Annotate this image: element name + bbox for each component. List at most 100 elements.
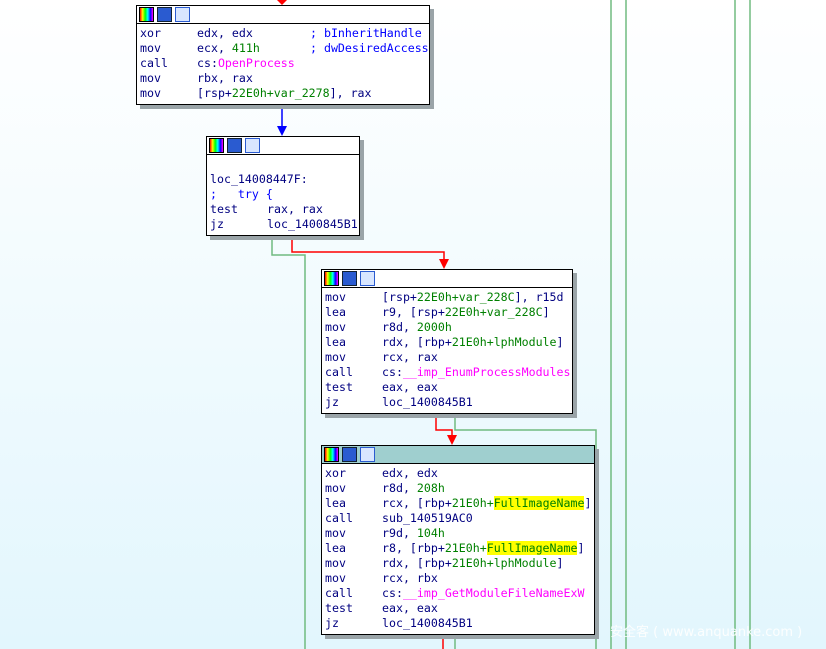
mnemonic: xor — [325, 466, 346, 480]
instruction-line[interactable]: lea r9, [rsp+22E0h+var_228C] — [325, 305, 569, 320]
instruction-line[interactable]: xor edx, edx ; bInheritHandle — [140, 26, 426, 41]
code-block[interactable]: loc_14008447F:; try {test rax, rax jz loc_1… — [206, 136, 360, 236]
block-header — [137, 6, 429, 24]
function-name: __imp_GetModuleFileNameExW — [402, 586, 585, 600]
instruction-line[interactable]: mov r8d, 208h — [325, 481, 591, 496]
arrow-head — [447, 435, 457, 445]
block-header — [322, 270, 572, 288]
function-name: __imp_EnumProcessModules — [402, 365, 571, 379]
mnemonic: mov — [325, 526, 346, 540]
instruction-line[interactable]: lea rdx, [rbp+21E0h+lphModule] — [325, 335, 569, 350]
try-comment: ; try { — [210, 187, 273, 201]
operand-number: 411h — [231, 41, 260, 55]
mnemonic: mov — [140, 41, 161, 55]
instruction-line[interactable]: mov rcx, rax — [325, 350, 569, 365]
operand-number: 21E0h+ — [444, 541, 487, 555]
edit-icon[interactable] — [342, 447, 357, 462]
operand-number: 104h — [416, 526, 445, 540]
color-icon[interactable] — [209, 138, 224, 153]
operand: rdx, [rbp+ — [382, 335, 452, 349]
operand-tail: ] — [577, 541, 585, 555]
instruction-line[interactable]: lea r8, [rbp+21E0h+FullImageName] — [325, 541, 591, 556]
instruction-line[interactable]: jz loc_1400845B1 — [210, 217, 358, 232]
block-label: loc_14008447F: — [210, 172, 308, 186]
mnemonic: mov — [325, 481, 346, 495]
instruction-line[interactable]: test eax, eax — [325, 601, 591, 616]
block-header — [207, 137, 359, 155]
operand-number: 22E0h+var_228C — [416, 290, 515, 304]
mnemonic: mov — [325, 556, 346, 570]
instruction-line[interactable]: test rax, rax — [210, 202, 356, 217]
instruction-line[interactable]: call cs:__imp_EnumProcessModules — [325, 365, 571, 380]
arrow-head — [439, 259, 449, 269]
instruction-line[interactable]: mov r9d, 104h — [325, 526, 591, 541]
comment: ; bInheritHandle — [310, 26, 422, 40]
color-icon[interactable] — [324, 271, 339, 286]
operand: cs: — [382, 586, 403, 600]
edit-icon[interactable] — [342, 271, 357, 286]
arrow-head — [277, 126, 287, 136]
color-icon[interactable] — [139, 7, 154, 22]
operand: edx, edx — [197, 26, 253, 40]
operand: ecx, — [197, 41, 232, 55]
operand: eax, eax — [382, 380, 438, 394]
operand: rdx, [rbp+ — [382, 556, 452, 570]
code-block[interactable]: xor edx, edx ; bInheritHandle mov ecx, 411h;… — [136, 5, 430, 105]
instruction-line[interactable]: mov rcx, rbx — [325, 571, 591, 586]
operand: r8d, — [382, 320, 417, 334]
mnemonic: mov — [325, 350, 346, 364]
mnemonic: mov — [140, 71, 161, 85]
function-name: OpenProcess — [217, 56, 295, 70]
graph-icon[interactable] — [175, 7, 190, 22]
mnemonic: mov — [325, 320, 346, 334]
edit-icon[interactable] — [157, 7, 172, 22]
operand-number: 208h — [416, 481, 445, 495]
graph-icon[interactable] — [360, 447, 375, 462]
mnemonic: call — [325, 511, 353, 525]
operand: eax, eax — [382, 601, 438, 615]
instruction-line[interactable]: test eax, eax — [325, 380, 569, 395]
operand-tail: ], r15d — [514, 290, 564, 304]
graph-icon[interactable] — [245, 138, 260, 153]
operand-number: 21E0h+lphModule — [451, 335, 557, 349]
operand-tail: ] — [584, 496, 592, 510]
edge-false — [291, 235, 445, 262]
instruction-line[interactable]: call cs:__imp_GetModuleFileNameExW — [325, 586, 591, 601]
instruction-line[interactable]: mov ecx, 411h ; dwDesiredAccess — [140, 41, 429, 56]
edge-false — [435, 413, 453, 438]
graph-icon[interactable] — [360, 271, 375, 286]
instruction-line[interactable]: mov rdx, [rbp+21E0h+lphModule] — [325, 556, 591, 571]
instruction-line[interactable]: jz loc_1400845B1 — [325, 395, 569, 410]
operand: sub_140519AC0 — [382, 511, 473, 525]
edit-icon[interactable] — [227, 138, 242, 153]
operand-number: 22E0h+var_2278 — [231, 86, 330, 100]
mnemonic: xor — [140, 26, 161, 40]
instruction-line[interactable]: call sub_140519AC0 — [325, 511, 591, 526]
operand: loc_1400845B1 — [267, 217, 358, 231]
instruction-line[interactable]: mov [rsp+22E0h+var_2278], rax — [140, 86, 426, 101]
operand: [rsp+ — [197, 86, 232, 100]
code-block[interactable]: mov [rsp+22E0h+var_228C], r15d lea r9, [rsp… — [321, 269, 573, 414]
edge-true — [271, 235, 306, 649]
mnemonic: test — [325, 380, 353, 394]
highlighted-name: FullImageName — [493, 496, 585, 510]
instruction-line[interactable]: xor edx, edx — [325, 466, 591, 481]
instruction-line[interactable]: jz loc_1400845B1 — [325, 616, 591, 631]
operand: edx, edx — [382, 466, 438, 480]
highlighted-name: FullImageName — [486, 541, 578, 555]
mnemonic: lea — [325, 541, 346, 555]
mnemonic: test — [210, 202, 238, 216]
operand: r9d, — [382, 526, 417, 540]
instruction-line[interactable]: mov rbx, rax — [140, 71, 426, 86]
code-block-selected[interactable]: xor edx, edx mov r8d, 208h lea rcx, [rbp+21E0… — [321, 445, 595, 635]
mnemonic: lea — [325, 335, 346, 349]
instruction-line[interactable]: mov [rsp+22E0h+var_228C], r15d — [325, 290, 569, 305]
instruction-line[interactable]: call cs:OpenProcess — [140, 56, 426, 71]
instruction-line[interactable]: mov r8d, 2000h — [325, 320, 569, 335]
color-icon[interactable] — [324, 447, 339, 462]
mnemonic: call — [140, 56, 168, 70]
operand-number: 21E0h+ — [451, 496, 494, 510]
instruction-line[interactable]: lea rcx, [rbp+21E0h+FullImageName] — [325, 496, 591, 511]
operand: rcx, [rbp+ — [382, 496, 452, 510]
mnemonic: mov — [140, 86, 161, 100]
